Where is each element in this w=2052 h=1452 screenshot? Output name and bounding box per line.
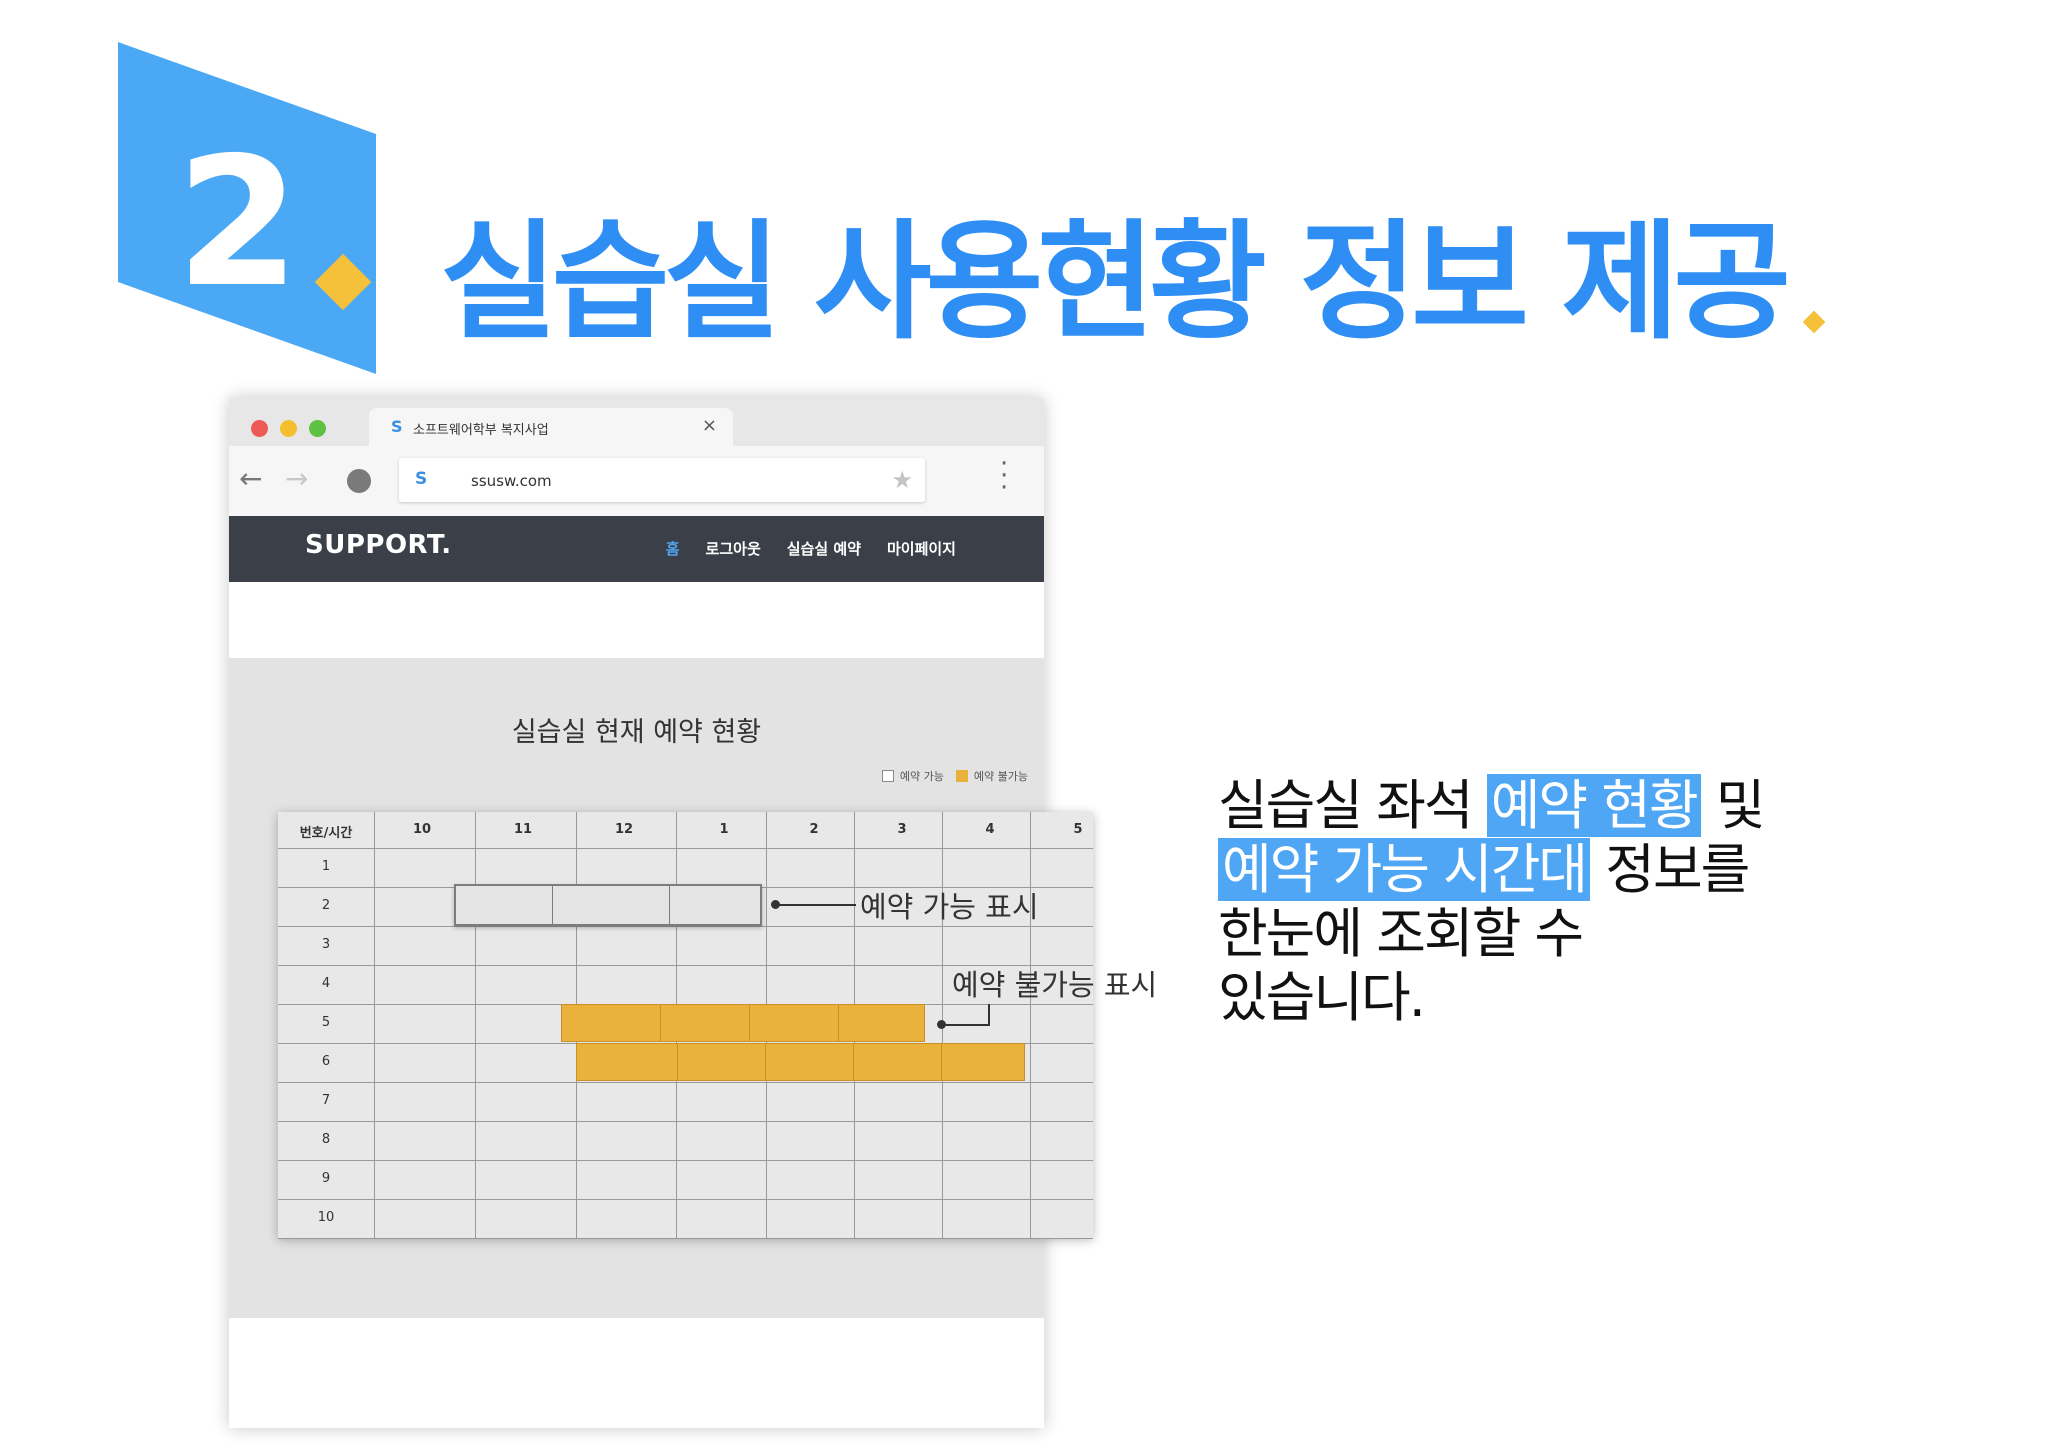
menu-item-home[interactable]: 홈	[666, 538, 680, 559]
block-divider	[660, 1005, 661, 1041]
description-text: 정보를	[1590, 838, 1750, 901]
table-row-number: 8	[321, 1132, 331, 1147]
callout-unavailable-line-v	[988, 1004, 990, 1026]
description-line-2: 예약 가능 시간대 정보를	[1218, 838, 1838, 902]
block-divider	[838, 1005, 839, 1041]
kebab-menu-icon[interactable]: · · ·	[1000, 451, 1008, 501]
description-line-1: 실습실 좌석 예약 현황 및	[1218, 774, 1838, 838]
grid-row-line	[278, 848, 1093, 849]
block-divider	[853, 1044, 854, 1080]
section-number-badge: 2	[118, 42, 376, 374]
feature-description: 실습실 좌석 예약 현황 및 예약 가능 시간대 정보를 한눈에 조회할 수 있…	[1218, 774, 1838, 1030]
legend-unavailable-swatch	[955, 770, 968, 782]
table-row-number: 5	[321, 1015, 331, 1030]
grid-row-line	[278, 1121, 1093, 1122]
table-header-time: 4	[985, 822, 995, 837]
legend: 예약 가능 예약 불가능	[881, 768, 1034, 784]
tab-bar: S 소프트웨어학부 복지사업 ×	[229, 398, 1044, 446]
site-menu: 홈 로그아웃 실습실 예약 마이페이지	[666, 538, 956, 559]
table-header-time: 2	[809, 822, 819, 837]
url-favicon-icon: S	[415, 469, 428, 489]
callout-available-line	[776, 904, 856, 906]
table-row-number: 2	[321, 898, 331, 913]
unavailable-slot-block[interactable]	[576, 1043, 1025, 1081]
slide-title: 실습실 사용현황 정보 제공	[440, 208, 1791, 357]
grid-row-line	[278, 1238, 1093, 1239]
menu-item-mypage[interactable]: 마이페이지	[887, 538, 956, 559]
block-divider	[941, 1044, 942, 1080]
block-divider	[749, 1005, 750, 1041]
block-divider	[765, 1044, 766, 1080]
site-favicon-icon: S	[391, 417, 403, 436]
tab-title: 소프트웨어학부 복지사업	[413, 423, 549, 438]
star-icon[interactable]: ★	[891, 466, 913, 494]
available-slot-block[interactable]	[454, 884, 762, 926]
grid-column-line	[374, 812, 375, 1238]
description-text: 및	[1700, 774, 1766, 837]
description-line-4: 있습니다.	[1218, 966, 1426, 1029]
grid-row-line	[278, 926, 1093, 927]
table-row-number: 4	[321, 976, 331, 991]
close-icon[interactable]: ×	[702, 415, 717, 436]
grid-row-line	[278, 1160, 1093, 1161]
menu-item-logout[interactable]: 로그아웃	[706, 538, 761, 559]
table-row-number: 3	[321, 937, 331, 952]
arrow-left-icon[interactable]: ←	[239, 462, 262, 495]
table-header-label: 번호/시간	[299, 826, 353, 841]
close-window-button[interactable]	[251, 420, 268, 437]
grid-row-line	[278, 1199, 1093, 1200]
reload-icon[interactable]	[347, 469, 371, 493]
table-row-number: 9	[321, 1171, 331, 1186]
grid-column-line	[475, 812, 476, 1238]
table-header-time: 5	[1073, 822, 1083, 837]
browser-toolbar: ← → S ssusw.com ★ · · ·	[229, 446, 1044, 517]
grid-column-line	[1030, 812, 1031, 1238]
table-row-number: 7	[321, 1093, 331, 1108]
block-divider	[552, 886, 553, 924]
table-row-number: 10	[317, 1210, 335, 1225]
block-divider	[669, 886, 670, 924]
table-header-time: 11	[513, 822, 533, 837]
grid-row-line	[278, 1082, 1093, 1083]
table-header-time: 3	[897, 822, 907, 837]
legend-unavailable-label: 예약 불가능	[973, 770, 1028, 783]
browser-tab[interactable]: S 소프트웨어학부 복지사업 ×	[369, 408, 733, 446]
site-brand[interactable]: SUPPORT.	[305, 530, 452, 560]
maximize-window-button[interactable]	[309, 420, 326, 437]
unavailable-slot-block[interactable]	[561, 1004, 925, 1042]
description-text: 실습실 좌석	[1218, 774, 1487, 837]
highlight-available-times: 예약 가능 시간대	[1218, 838, 1591, 901]
callout-unavailable-label: 예약 불가능 표시	[952, 968, 1158, 1002]
table-header-time: 10	[412, 822, 432, 837]
section-number: 2	[176, 119, 300, 326]
block-divider	[677, 1044, 678, 1080]
site-navbar: SUPPORT. 홈 로그아웃 실습실 예약 마이페이지	[229, 516, 1044, 582]
description-line-3: 한눈에 조회할 수	[1218, 902, 1584, 965]
arrow-right-icon[interactable]: →	[285, 462, 308, 495]
table-row-number: 1	[321, 859, 331, 874]
legend-available-label: 예약 가능	[899, 770, 944, 783]
minimize-window-button[interactable]	[280, 420, 297, 437]
legend-available-swatch	[881, 770, 894, 782]
section-title: 실습실 현재 예약 현황	[511, 717, 762, 748]
url-text[interactable]: ssusw.com	[471, 472, 552, 490]
table-header-time: 12	[614, 822, 634, 837]
address-bar[interactable]: S ssusw.com ★	[399, 458, 925, 502]
title-diamond-icon	[1802, 310, 1826, 334]
highlight-reservation-status: 예약 현황	[1486, 774, 1701, 837]
table-header-time: 1	[719, 822, 729, 837]
menu-item-lab-reservation[interactable]: 실습실 예약	[787, 538, 861, 559]
callout-unavailable-line-h	[942, 1024, 990, 1026]
callout-available-label: 예약 가능 표시	[860, 890, 1039, 924]
table-row-number: 6	[321, 1054, 331, 1069]
